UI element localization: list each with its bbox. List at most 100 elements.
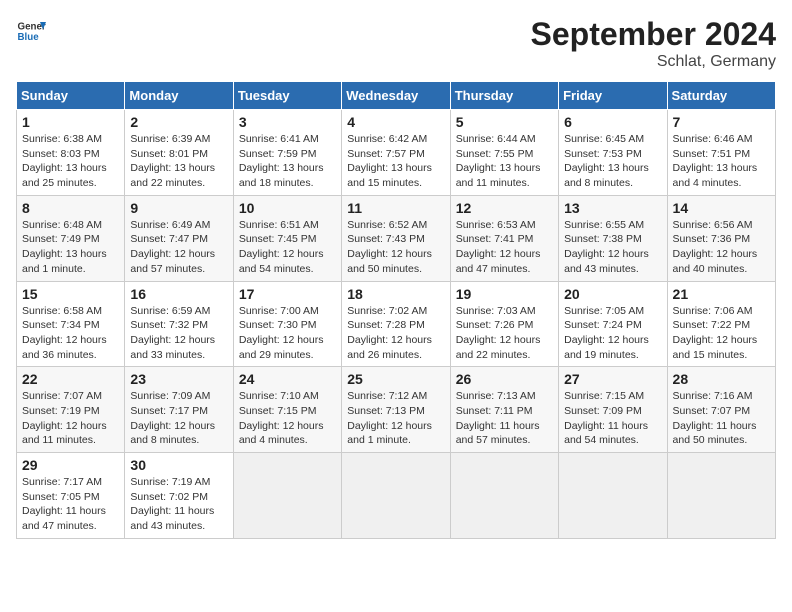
col-monday: Monday bbox=[125, 82, 233, 110]
day-detail: Sunrise: 7:19 AMSunset: 7:02 PMDaylight:… bbox=[130, 475, 227, 534]
calendar-cell: 12 Sunrise: 6:53 AMSunset: 7:41 PMDayligh… bbox=[450, 195, 558, 281]
day-detail: Sunrise: 6:52 AMSunset: 7:43 PMDaylight:… bbox=[347, 218, 444, 277]
calendar-cell: 23 Sunrise: 7:09 AMSunset: 7:17 PMDayligh… bbox=[125, 367, 233, 453]
day-detail: Sunrise: 7:07 AMSunset: 7:19 PMDaylight:… bbox=[22, 389, 119, 448]
day-detail: Sunrise: 7:05 AMSunset: 7:24 PMDaylight:… bbox=[564, 304, 661, 363]
day-number: 19 bbox=[456, 286, 553, 302]
day-detail: Sunrise: 6:51 AMSunset: 7:45 PMDaylight:… bbox=[239, 218, 336, 277]
logo: General Blue bbox=[16, 16, 46, 46]
calendar-cell: 8 Sunrise: 6:48 AMSunset: 7:49 PMDaylight… bbox=[17, 195, 125, 281]
calendar-cell bbox=[450, 453, 558, 539]
calendar-cell: 6 Sunrise: 6:45 AMSunset: 7:53 PMDaylight… bbox=[559, 110, 667, 196]
day-detail: Sunrise: 7:09 AMSunset: 7:17 PMDaylight:… bbox=[130, 389, 227, 448]
day-detail: Sunrise: 6:55 AMSunset: 7:38 PMDaylight:… bbox=[564, 218, 661, 277]
calendar-cell: 9 Sunrise: 6:49 AMSunset: 7:47 PMDaylight… bbox=[125, 195, 233, 281]
col-wednesday: Wednesday bbox=[342, 82, 450, 110]
day-detail: Sunrise: 6:58 AMSunset: 7:34 PMDaylight:… bbox=[22, 304, 119, 363]
day-detail: Sunrise: 7:02 AMSunset: 7:28 PMDaylight:… bbox=[347, 304, 444, 363]
day-detail: Sunrise: 7:13 AMSunset: 7:11 PMDaylight:… bbox=[456, 389, 553, 448]
day-number: 1 bbox=[22, 114, 119, 130]
calendar-cell bbox=[342, 453, 450, 539]
calendar-cell: 26Sunrise: 7:13 AMSunset: 7:11 PMDayligh… bbox=[450, 367, 558, 453]
day-number: 30 bbox=[130, 457, 227, 473]
col-sunday: Sunday bbox=[17, 82, 125, 110]
calendar-week-5: 29 Sunrise: 7:17 AMSunset: 7:05 PMDayligh… bbox=[17, 453, 776, 539]
day-detail: Sunrise: 7:15 AMSunset: 7:09 PMDaylight:… bbox=[564, 389, 661, 448]
calendar-cell: 29 Sunrise: 7:17 AMSunset: 7:05 PMDayligh… bbox=[17, 453, 125, 539]
day-number: 29 bbox=[22, 457, 119, 473]
day-number: 6 bbox=[564, 114, 661, 130]
day-number: 7 bbox=[673, 114, 770, 130]
day-detail: Sunrise: 7:17 AMSunset: 7:05 PMDaylight:… bbox=[22, 475, 119, 534]
calendar-week-3: 15 Sunrise: 6:58 AMSunset: 7:34 PMDayligh… bbox=[17, 281, 776, 367]
day-number: 20 bbox=[564, 286, 661, 302]
day-number: 9 bbox=[130, 200, 227, 216]
day-detail: Sunrise: 7:16 AMSunset: 7:07 PMDaylight:… bbox=[673, 389, 770, 448]
calendar-cell: 18 Sunrise: 7:02 AMSunset: 7:28 PMDayligh… bbox=[342, 281, 450, 367]
day-number: 11 bbox=[347, 200, 444, 216]
calendar-week-2: 8 Sunrise: 6:48 AMSunset: 7:49 PMDaylight… bbox=[17, 195, 776, 281]
day-detail: Sunrise: 7:10 AMSunset: 7:15 PMDaylight:… bbox=[239, 389, 336, 448]
calendar-cell: 4 Sunrise: 6:42 AMSunset: 7:57 PMDaylight… bbox=[342, 110, 450, 196]
logo-icon: General Blue bbox=[16, 16, 46, 46]
calendar-cell: 21Sunrise: 7:06 AMSunset: 7:22 PMDayligh… bbox=[667, 281, 775, 367]
header-row: Sunday Monday Tuesday Wednesday Thursday… bbox=[17, 82, 776, 110]
day-number: 23 bbox=[130, 371, 227, 387]
svg-text:Blue: Blue bbox=[18, 32, 40, 43]
calendar-cell: 13Sunrise: 6:55 AMSunset: 7:38 PMDayligh… bbox=[559, 195, 667, 281]
day-number: 4 bbox=[347, 114, 444, 130]
calendar-cell: 20 Sunrise: 7:05 AMSunset: 7:24 PMDayligh… bbox=[559, 281, 667, 367]
title-block: September 2024 Schlat, Germany bbox=[531, 16, 776, 71]
day-number: 16 bbox=[130, 286, 227, 302]
day-detail: Sunrise: 7:00 AMSunset: 7:30 PMDaylight:… bbox=[239, 304, 336, 363]
day-detail: Sunrise: 6:46 AMSunset: 7:51 PMDaylight:… bbox=[673, 132, 770, 191]
day-detail: Sunrise: 6:41 AMSunset: 7:59 PMDaylight:… bbox=[239, 132, 336, 191]
day-number: 5 bbox=[456, 114, 553, 130]
day-number: 18 bbox=[347, 286, 444, 302]
day-number: 3 bbox=[239, 114, 336, 130]
day-detail: Sunrise: 6:59 AMSunset: 7:32 PMDaylight:… bbox=[130, 304, 227, 363]
day-detail: Sunrise: 6:49 AMSunset: 7:47 PMDaylight:… bbox=[130, 218, 227, 277]
day-number: 21 bbox=[673, 286, 770, 302]
calendar-table: Sunday Monday Tuesday Wednesday Thursday… bbox=[16, 81, 776, 539]
calendar-week-1: 1 Sunrise: 6:38 AMSunset: 8:03 PMDaylight… bbox=[17, 110, 776, 196]
calendar-cell: 25Sunrise: 7:12 AMSunset: 7:13 PMDayligh… bbox=[342, 367, 450, 453]
day-detail: Sunrise: 6:45 AMSunset: 7:53 PMDaylight:… bbox=[564, 132, 661, 191]
calendar-cell: 17 Sunrise: 7:00 AMSunset: 7:30 PMDayligh… bbox=[233, 281, 341, 367]
day-number: 28 bbox=[673, 371, 770, 387]
calendar-cell: 11 Sunrise: 6:52 AMSunset: 7:43 PMDayligh… bbox=[342, 195, 450, 281]
col-tuesday: Tuesday bbox=[233, 82, 341, 110]
day-number: 22 bbox=[22, 371, 119, 387]
calendar-cell: 19Sunrise: 7:03 AMSunset: 7:26 PMDayligh… bbox=[450, 281, 558, 367]
calendar-cell: 10 Sunrise: 6:51 AMSunset: 7:45 PMDayligh… bbox=[233, 195, 341, 281]
day-detail: Sunrise: 6:56 AMSunset: 7:36 PMDaylight:… bbox=[673, 218, 770, 277]
calendar-cell: 1 Sunrise: 6:38 AMSunset: 8:03 PMDaylight… bbox=[17, 110, 125, 196]
calendar-cell: 30 Sunrise: 7:19 AMSunset: 7:02 PMDayligh… bbox=[125, 453, 233, 539]
calendar-cell bbox=[233, 453, 341, 539]
col-saturday: Saturday bbox=[667, 82, 775, 110]
day-number: 24 bbox=[239, 371, 336, 387]
day-detail: Sunrise: 6:53 AMSunset: 7:41 PMDaylight:… bbox=[456, 218, 553, 277]
day-number: 17 bbox=[239, 286, 336, 302]
calendar-cell: 22 Sunrise: 7:07 AMSunset: 7:19 PMDayligh… bbox=[17, 367, 125, 453]
day-detail: Sunrise: 7:12 AMSunset: 7:13 PMDaylight:… bbox=[347, 389, 444, 448]
calendar-cell: 24 Sunrise: 7:10 AMSunset: 7:15 PMDayligh… bbox=[233, 367, 341, 453]
page-header: General Blue September 2024 Schlat, Germ… bbox=[16, 16, 776, 71]
day-number: 12 bbox=[456, 200, 553, 216]
day-number: 15 bbox=[22, 286, 119, 302]
day-detail: Sunrise: 6:38 AMSunset: 8:03 PMDaylight:… bbox=[22, 132, 119, 191]
page-title: September 2024 bbox=[531, 16, 776, 53]
calendar-cell: 7 Sunrise: 6:46 AMSunset: 7:51 PMDaylight… bbox=[667, 110, 775, 196]
day-detail: Sunrise: 6:42 AMSunset: 7:57 PMDaylight:… bbox=[347, 132, 444, 191]
day-number: 27 bbox=[564, 371, 661, 387]
calendar-cell bbox=[667, 453, 775, 539]
day-number: 2 bbox=[130, 114, 227, 130]
day-detail: Sunrise: 6:48 AMSunset: 7:49 PMDaylight:… bbox=[22, 218, 119, 277]
calendar-cell bbox=[559, 453, 667, 539]
calendar-cell: 2Sunrise: 6:39 AMSunset: 8:01 PMDaylight… bbox=[125, 110, 233, 196]
calendar-cell: 16 Sunrise: 6:59 AMSunset: 7:32 PMDayligh… bbox=[125, 281, 233, 367]
day-number: 10 bbox=[239, 200, 336, 216]
col-friday: Friday bbox=[559, 82, 667, 110]
day-number: 8 bbox=[22, 200, 119, 216]
page-subtitle: Schlat, Germany bbox=[531, 53, 776, 71]
